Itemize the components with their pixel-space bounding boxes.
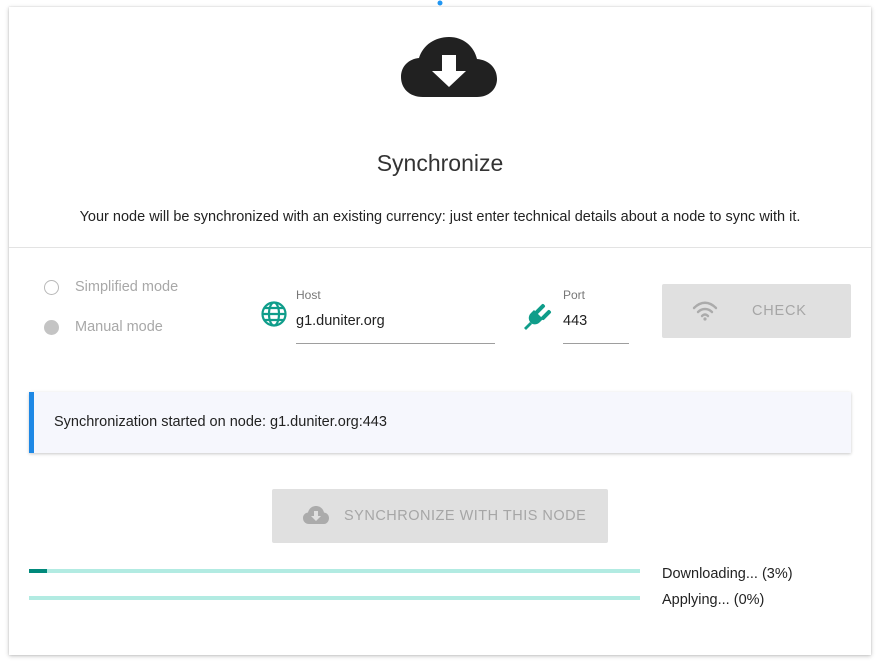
synchronize-button-label: SYNCHRONIZE WITH THIS NODE: [344, 508, 587, 524]
apply-progress-bar: [29, 596, 640, 600]
download-progress-label: Downloading... (3%): [662, 566, 793, 582]
sync-status-text: Synchronization started on node: g1.duni…: [54, 414, 387, 430]
download-progress-fill: [29, 569, 48, 573]
cloud-download-icon: [303, 506, 329, 524]
divider: [9, 247, 871, 248]
globe-icon: [261, 301, 287, 327]
simplified-mode-radio[interactable]: [44, 280, 59, 295]
host-label: Host: [296, 288, 321, 302]
synchronize-button[interactable]: SYNCHRONIZE WITH THIS NODE: [272, 489, 608, 543]
host-input-underline: [296, 343, 495, 344]
plug-icon: [524, 303, 552, 330]
check-button-label: CHECK: [752, 303, 807, 319]
sync-card: Synchronize Your node will be synchroniz…: [9, 7, 871, 655]
manual-mode-label[interactable]: Manual mode: [75, 319, 163, 335]
manual-mode-radio[interactable]: [44, 320, 59, 335]
port-input[interactable]: 443: [563, 313, 587, 329]
host-input[interactable]: g1.duniter.org: [296, 313, 385, 329]
page-title: Synchronize: [376, 150, 504, 176]
cloud-download-icon: [401, 37, 497, 97]
sync-status-notice: Synchronization started on node: g1.duni…: [29, 392, 851, 453]
download-progress-bar: [29, 569, 640, 573]
apply-progress-label: Applying... (0%): [662, 592, 765, 608]
check-button[interactable]: CHECK: [662, 284, 851, 338]
simplified-mode-label[interactable]: Simplified mode: [75, 279, 178, 295]
page-description: Your node will be synchronized with an e…: [79, 209, 801, 225]
wifi-icon: [692, 301, 718, 321]
port-label: Port: [563, 288, 586, 302]
port-input-underline: [563, 343, 629, 344]
